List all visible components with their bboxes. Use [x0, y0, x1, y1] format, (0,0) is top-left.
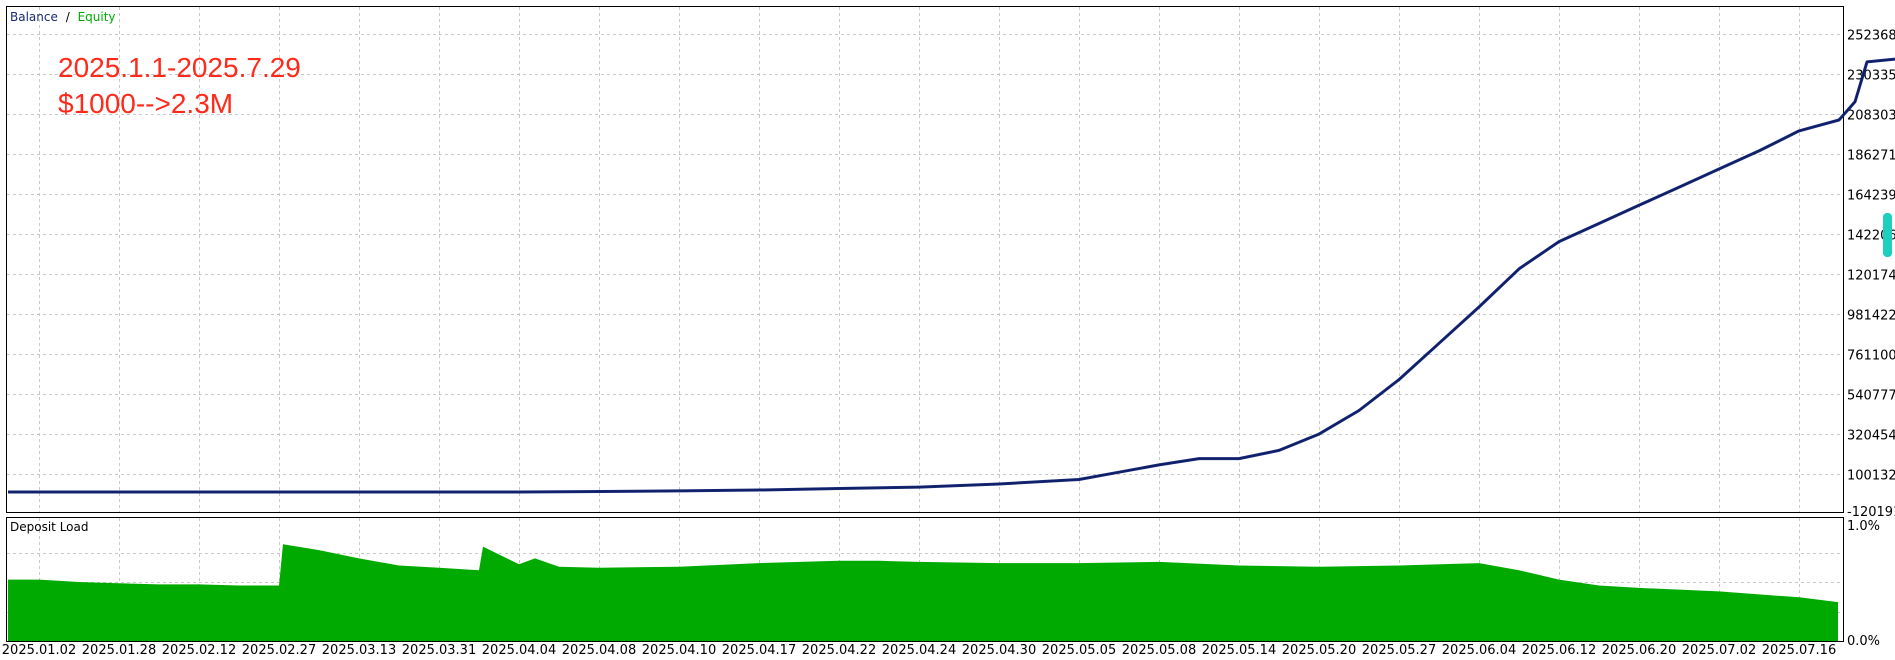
x-tick-label: 2025.02.12 — [162, 643, 236, 658]
y-tick-label: 761100 — [1847, 349, 1895, 364]
x-tick-label: 2025.02.27 — [242, 643, 316, 658]
x-tick-label: 2025.04.30 — [962, 643, 1036, 658]
x-tick-label: 2025.01.28 — [82, 643, 156, 658]
y-tick-label: 100132 — [1847, 469, 1895, 484]
y-tick-label: 2083035 — [1847, 109, 1895, 124]
x-tick-label: 2025.07.16 — [1762, 643, 1836, 658]
deposit-ytick-top: 1.0% — [1847, 519, 1880, 534]
deposit-ytick-bottom: 0.0% — [1847, 634, 1880, 649]
x-tick-label: 2025.06.20 — [1602, 643, 1676, 658]
x-tick-label: 2025.07.02 — [1682, 643, 1756, 658]
x-tick-label: 2025.05.14 — [1202, 643, 1276, 658]
x-tick-label: 2025.04.04 — [482, 643, 556, 658]
x-tick-label: 2025.05.27 — [1362, 643, 1436, 658]
legend-separator: / — [66, 10, 71, 24]
legend-balance: Balance — [10, 10, 58, 24]
y-tick-label: 540777 — [1847, 389, 1895, 404]
deposit-panel-title: Deposit Load — [10, 520, 88, 534]
x-tick-label: 2025.01.02 — [2, 643, 76, 658]
y-tick-label: 2303357 — [1847, 69, 1895, 84]
x-tick-label: 2025.05.20 — [1282, 643, 1356, 658]
chart-canvas: 2523680230335720830351862712164239014220… — [0, 0, 1895, 660]
x-tick-label: 2025.06.04 — [1442, 643, 1516, 658]
x-tick-label: 2025.04.17 — [722, 643, 796, 658]
x-tick-label: 2025.05.08 — [1122, 643, 1196, 658]
x-tick-label: 2025.04.24 — [882, 643, 956, 658]
y-tick-label: 320454 — [1847, 429, 1895, 444]
x-tick-label: 2025.04.08 — [562, 643, 636, 658]
y-tick-label: 1642390 — [1847, 189, 1895, 204]
x-tick-label: 2025.05.05 — [1042, 643, 1116, 658]
y-tick-label: -120191 — [1847, 505, 1895, 520]
x-tick-label: 2025.06.12 — [1522, 643, 1596, 658]
legend-equity: Equity — [78, 10, 116, 24]
y-tick-label: 1201745 — [1847, 269, 1895, 284]
x-tick-label: 2025.04.10 — [642, 643, 716, 658]
x-tick-label: 2025.03.31 — [402, 643, 476, 658]
y-tick-label: 981422 — [1847, 309, 1895, 324]
annotation-date-range: 2025.1.1-2025.7.29 — [58, 52, 301, 83]
scroll-handle[interactable] — [1883, 213, 1892, 257]
x-tick-label: 2025.04.22 — [802, 643, 876, 658]
annotation-growth: $1000-->2.3M — [58, 88, 233, 119]
x-axis: 2025.01.02 2025.01.28 2025.02.12 2025.02.27… — [2, 643, 1836, 658]
y-tick-label: 2523680 — [1847, 29, 1895, 44]
x-tick-label: 2025.03.13 — [322, 643, 396, 658]
y-tick-label: 1862712 — [1847, 149, 1895, 164]
